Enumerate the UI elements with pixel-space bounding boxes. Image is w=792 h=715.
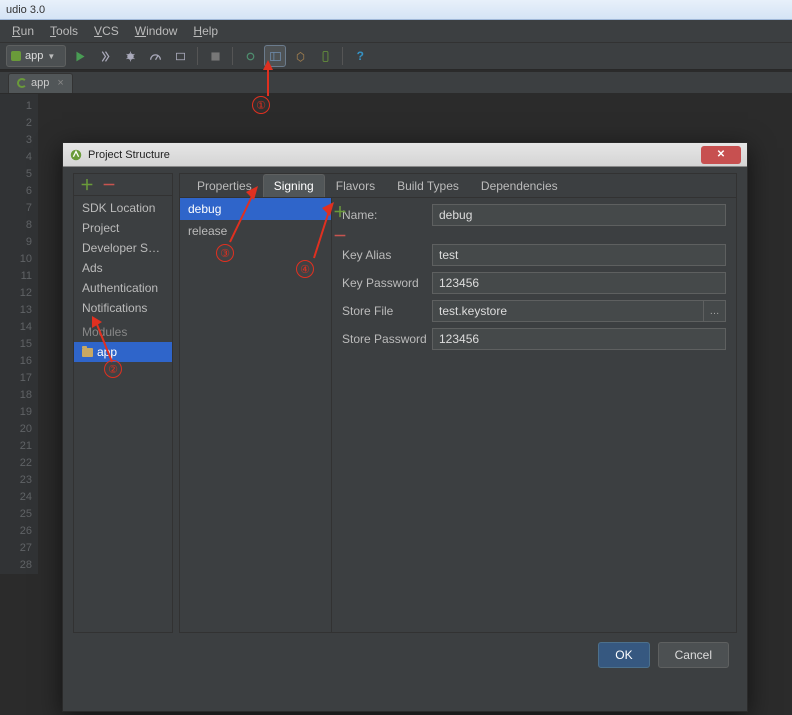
signing-form: Name: debug Key Alias test Key Password … bbox=[332, 198, 736, 632]
line-number: 28 bbox=[0, 557, 32, 574]
tab-dependencies[interactable]: Dependencies bbox=[470, 174, 569, 197]
line-number: 12 bbox=[0, 285, 32, 302]
menu-run[interactable]: Run bbox=[6, 22, 40, 40]
ok-button[interactable]: OK bbox=[598, 642, 649, 668]
sidebar-item-authentication[interactable]: Authentication bbox=[74, 278, 172, 298]
storefile-label: Store File bbox=[342, 304, 432, 318]
cancel-button[interactable]: Cancel bbox=[658, 642, 729, 668]
sidebar-item-project[interactable]: Project bbox=[74, 218, 172, 238]
editor-tabs: app × bbox=[0, 72, 792, 94]
line-number: 27 bbox=[0, 540, 32, 557]
editor-tab-label: app bbox=[31, 77, 49, 89]
signing-config-list: debug release ＋ － bbox=[180, 198, 332, 632]
menubar: Run Tools VCS Window Help bbox=[0, 20, 792, 42]
line-number: 3 bbox=[0, 132, 32, 149]
line-number: 14 bbox=[0, 319, 32, 336]
line-number: 7 bbox=[0, 200, 32, 217]
help-button[interactable]: ? bbox=[349, 45, 371, 67]
toolbar-separator bbox=[197, 47, 198, 65]
close-icon[interactable]: × bbox=[57, 77, 63, 89]
name-field[interactable]: debug bbox=[432, 204, 726, 226]
name-label: Name: bbox=[342, 208, 432, 222]
run-config-combo[interactable]: app ▼ bbox=[6, 45, 66, 67]
line-number: 16 bbox=[0, 353, 32, 370]
line-number: 9 bbox=[0, 234, 32, 251]
chevron-down-icon: ▼ bbox=[47, 52, 55, 61]
line-number: 4 bbox=[0, 149, 32, 166]
line-number: 13 bbox=[0, 302, 32, 319]
line-number: 15 bbox=[0, 336, 32, 353]
annotation-arrow-1 bbox=[258, 60, 278, 100]
line-number: 11 bbox=[0, 268, 32, 285]
line-number: 1 bbox=[0, 98, 32, 115]
line-number: 2 bbox=[0, 115, 32, 132]
line-number: 23 bbox=[0, 472, 32, 489]
keypassword-label: Key Password bbox=[342, 276, 432, 290]
keyalias-label: Key Alias bbox=[342, 248, 432, 262]
sidebar-item-notifications[interactable]: Notifications bbox=[74, 298, 172, 318]
apply-changes-button[interactable] bbox=[94, 45, 116, 67]
attach-debugger-button[interactable] bbox=[169, 45, 191, 67]
sidebar-item-ads[interactable]: Ads bbox=[74, 258, 172, 278]
app-title: udio 3.0 bbox=[6, 4, 45, 16]
tab-build-types[interactable]: Build Types bbox=[386, 174, 470, 197]
line-number: 17 bbox=[0, 370, 32, 387]
stop-button[interactable] bbox=[204, 45, 226, 67]
annotation-arrow-4 bbox=[310, 202, 340, 262]
avd-manager-button[interactable] bbox=[314, 45, 336, 67]
remove-module-icon[interactable]: － bbox=[102, 175, 116, 195]
line-number: 10 bbox=[0, 251, 32, 268]
add-module-icon[interactable]: ＋ bbox=[80, 175, 94, 195]
line-number: 24 bbox=[0, 489, 32, 506]
debug-button[interactable] bbox=[119, 45, 141, 67]
project-structure-dialog: Project Structure ✕ ＋ － SDK Location Pro… bbox=[62, 142, 748, 712]
run-config-label: app bbox=[25, 50, 43, 62]
close-button[interactable]: ✕ bbox=[701, 146, 741, 164]
editor-tab-app[interactable]: app × bbox=[8, 73, 73, 93]
android-studio-icon bbox=[69, 148, 83, 162]
storefile-browse-button[interactable]: … bbox=[704, 300, 726, 322]
annotation-arrow-2 bbox=[90, 316, 130, 366]
line-number: 21 bbox=[0, 438, 32, 455]
sdk-manager-button[interactable] bbox=[289, 45, 311, 67]
annotation-arrow-3 bbox=[226, 186, 266, 246]
toolbar-separator bbox=[232, 47, 233, 65]
loading-icon bbox=[17, 78, 27, 88]
storepassword-label: Store Password bbox=[342, 332, 432, 346]
profile-button[interactable] bbox=[144, 45, 166, 67]
menu-window[interactable]: Window bbox=[129, 22, 184, 40]
sidebar-item-developer-services[interactable]: Developer Ser... bbox=[74, 238, 172, 258]
structure-sidebar: ＋ － SDK Location Project Developer Ser..… bbox=[73, 173, 173, 633]
line-number: 18 bbox=[0, 387, 32, 404]
menu-tools[interactable]: Tools bbox=[44, 22, 84, 40]
line-number: 19 bbox=[0, 404, 32, 421]
toolbar: app ▼ ? bbox=[0, 42, 792, 70]
tab-flavors[interactable]: Flavors bbox=[325, 174, 386, 197]
tab-signing[interactable]: Signing bbox=[263, 174, 325, 197]
line-number: 20 bbox=[0, 421, 32, 438]
menu-vcs[interactable]: VCS bbox=[88, 22, 125, 40]
run-button[interactable] bbox=[69, 45, 91, 67]
toolbar-separator bbox=[342, 47, 343, 65]
line-number: 26 bbox=[0, 523, 32, 540]
run-config-icon bbox=[11, 51, 21, 61]
keyalias-field[interactable]: test bbox=[432, 244, 726, 266]
sidebar-item-sdk-location[interactable]: SDK Location bbox=[74, 198, 172, 218]
keypassword-field[interactable]: 123456 bbox=[432, 272, 726, 294]
dialog-titlebar[interactable]: Project Structure ✕ bbox=[63, 143, 747, 167]
storepassword-field[interactable]: 123456 bbox=[432, 328, 726, 350]
storefile-field[interactable]: test.keystore bbox=[432, 300, 704, 322]
line-number: 22 bbox=[0, 455, 32, 472]
line-gutter: 1234567891011121314151617181920212223242… bbox=[0, 94, 38, 574]
line-number: 8 bbox=[0, 217, 32, 234]
app-titlebar: udio 3.0 bbox=[0, 0, 792, 20]
line-number: 25 bbox=[0, 506, 32, 523]
menu-help[interactable]: Help bbox=[187, 22, 224, 40]
line-number: 6 bbox=[0, 183, 32, 200]
dialog-title: Project Structure bbox=[88, 149, 170, 161]
line-number: 5 bbox=[0, 166, 32, 183]
